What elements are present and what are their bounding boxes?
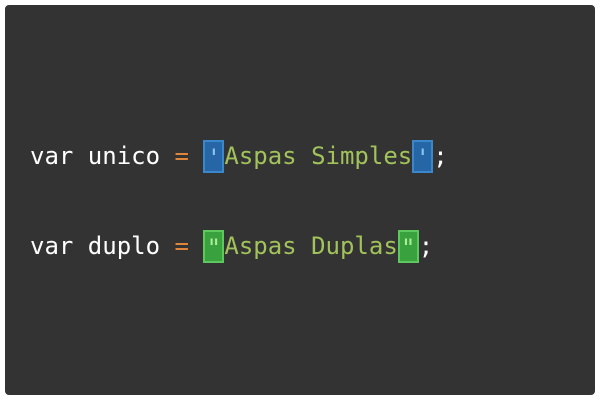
- open-single-quote-highlight: ': [203, 139, 225, 173]
- open-double-quote-highlight: ": [203, 229, 225, 263]
- close-single-quote-highlight: ': [412, 139, 434, 173]
- variable-name: duplo: [87, 232, 161, 260]
- string-literal: Aspas Simples: [224, 142, 413, 170]
- code-line-double-quotes: var duplo = " Aspas Duplas ";: [30, 226, 433, 266]
- string-literal: Aspas Duplas: [224, 232, 398, 260]
- assignment-operator: =: [174, 232, 189, 260]
- assignment-operator: =: [174, 142, 189, 170]
- close-double-quote-highlight: ": [397, 229, 419, 263]
- code-line-single-quotes: var unico = ' Aspas Simples ';: [30, 136, 448, 176]
- keyword-var: var: [30, 232, 74, 260]
- code-panel: var unico = ' Aspas Simples '; var duplo = " Aspa…: [5, 5, 595, 395]
- semicolon: ;: [433, 142, 448, 170]
- keyword-var: var: [30, 142, 74, 170]
- semicolon: ;: [418, 232, 434, 260]
- variable-name: unico: [87, 142, 161, 170]
